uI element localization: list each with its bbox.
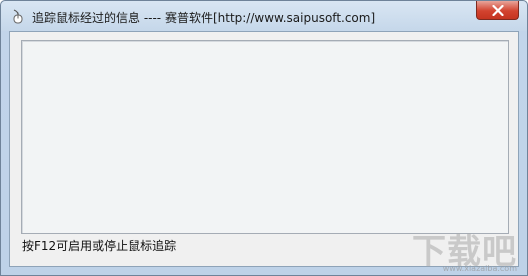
app-window: 追踪鼠标经过的信息 ---- 赛普软件[http://www.saipusoft… xyxy=(0,0,528,276)
mouse-pointer-icon xyxy=(13,9,23,24)
window-title: 追踪鼠标经过的信息 ---- 赛普软件[http://www.saipusoft… xyxy=(32,11,376,25)
title-bar[interactable]: 追踪鼠标经过的信息 ---- 赛普软件[http://www.saipusoft… xyxy=(1,1,527,31)
close-icon xyxy=(492,5,504,16)
watermark: 下载吧 www.xiazaiba.com xyxy=(412,224,517,273)
close-button[interactable] xyxy=(476,1,519,20)
mouse-info-text-area[interactable] xyxy=(21,40,509,234)
watermark-url: www.xiazaiba.com xyxy=(442,264,517,273)
